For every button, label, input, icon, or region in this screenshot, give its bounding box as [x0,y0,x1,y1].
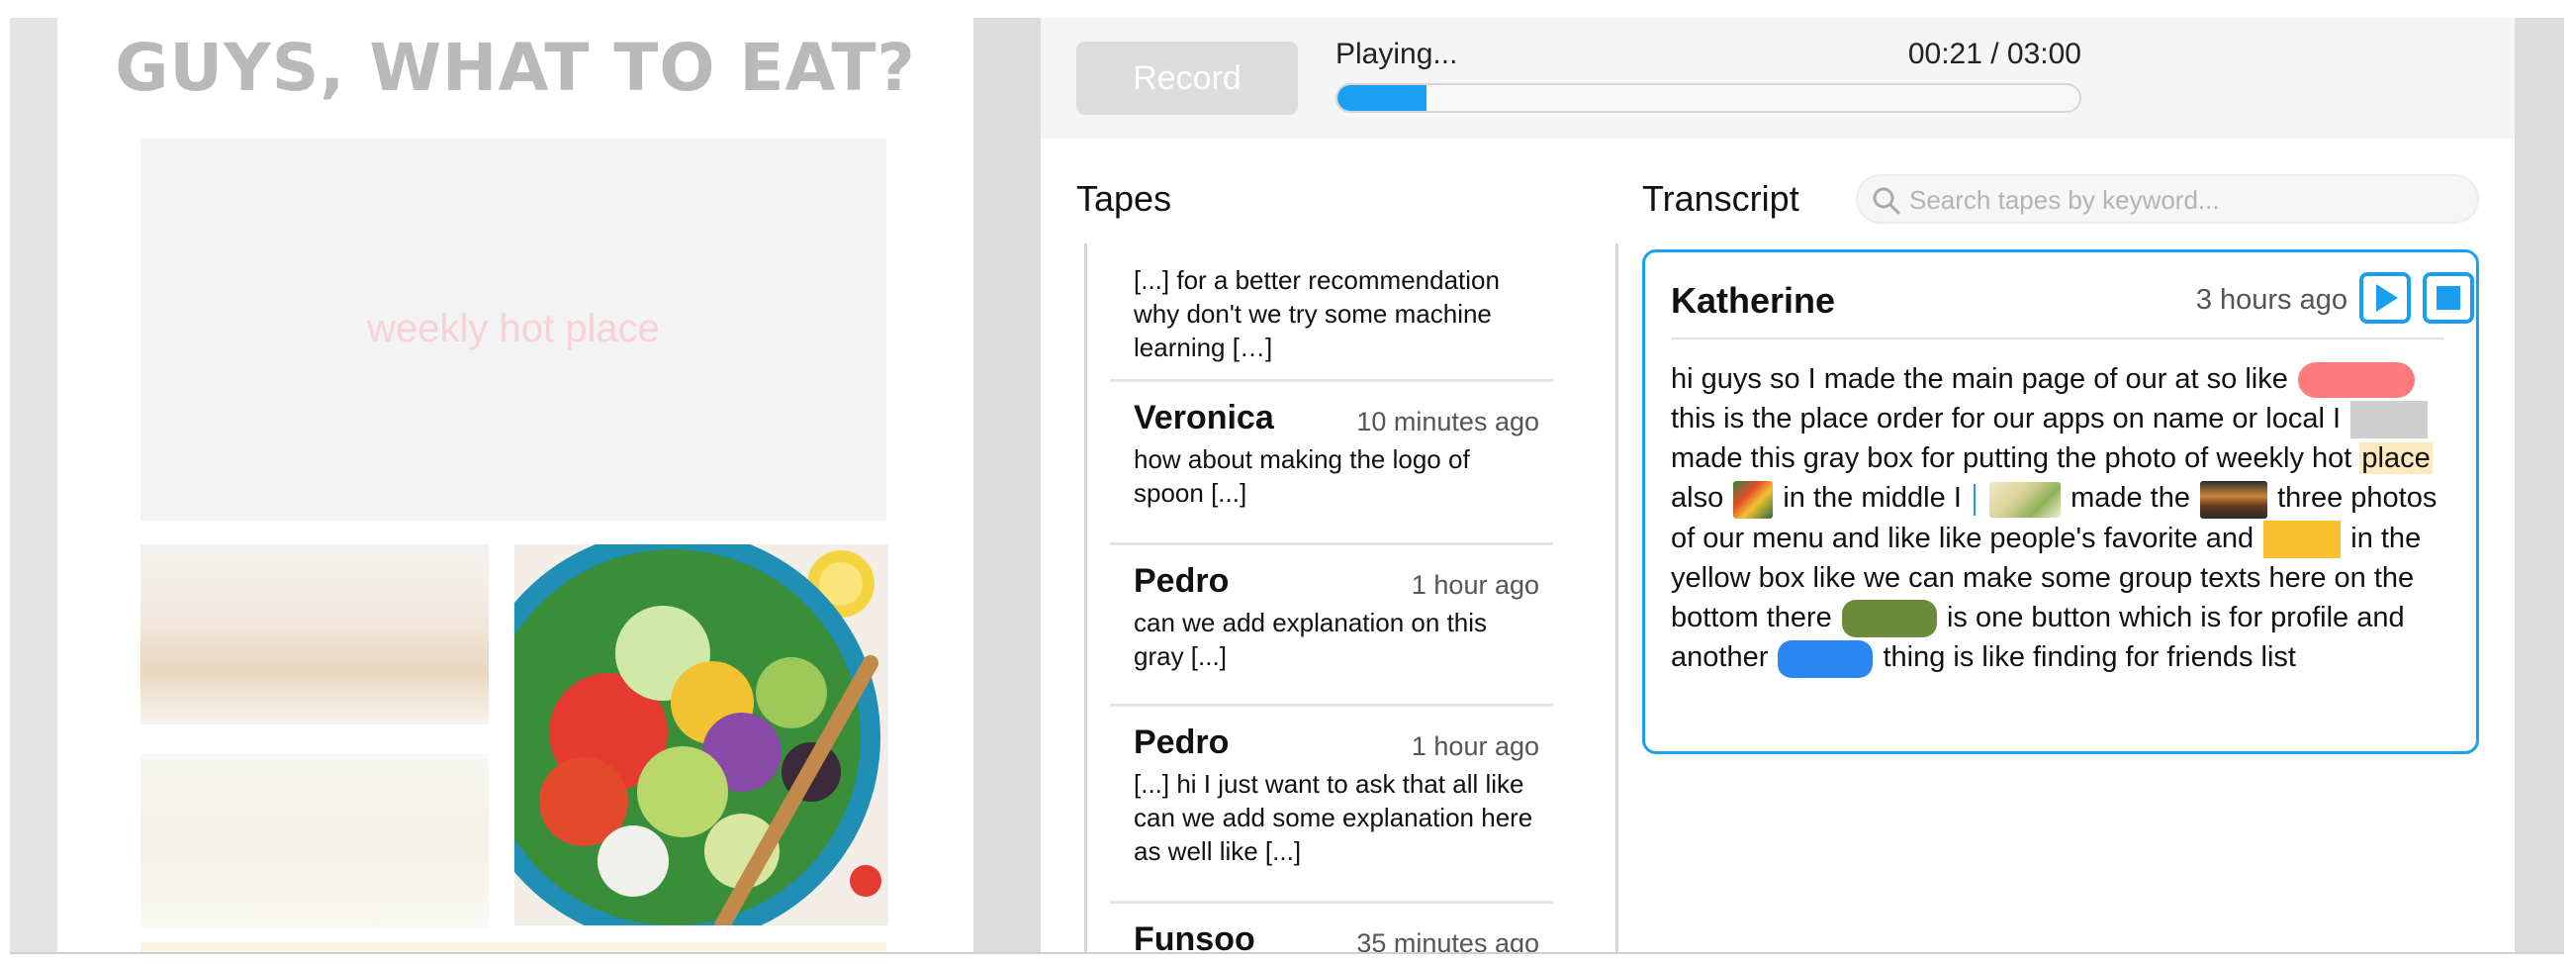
burger-photo-marker[interactable] [2200,480,2268,519]
transcript-segment: this is the place order for our apps on … [1671,403,2342,434]
transcript-card: Katherine 3 hours ago hi guys so I made … [1642,249,2479,754]
tape-time: 10 minutes ago [1356,407,1539,436]
hero-label: weekly hot place [367,307,660,350]
transcript-segment: made the [2070,482,2190,515]
pasta-photo[interactable] [140,754,489,927]
tape-item[interactable]: Pedro 1 hour ago [...] hi I just want to… [1110,710,1553,904]
transcript-segment: also [1671,482,1724,515]
playback-caret [1973,483,1976,516]
tape-author: Pedro [1134,562,1230,600]
app-frame: GUYS, WHAT TO EAT? weekly hot place Reco… [0,0,2576,964]
salad-image [514,544,888,925]
transcript-segment: made this gray box for putting the photo… [1671,442,2352,475]
mockup-preview: GUYS, WHAT TO EAT? weekly hot place [57,18,973,954]
red-shape-marker[interactable] [2297,362,2415,399]
highlighted-word: place [2359,442,2433,475]
tape-snippet: can we add explanation on this gray [...… [1134,608,1488,671]
tape-item[interactable]: Veronica 10 minutes ago how about making… [1110,385,1553,545]
gray-box-marker[interactable] [2350,401,2429,439]
tape-author: Pedro [1134,723,1230,761]
hero-placeholder-box[interactable]: weekly hot place [140,139,886,521]
transcript-segment: in the middle I [1783,482,1962,515]
tape-time: 1 hour ago [1411,731,1539,761]
tape-time: 1 hour ago [1411,570,1539,600]
transcript-time: 3 hours ago [2195,284,2347,316]
recorder-bar: Record Playing... 00:21 / 03:00 [1041,18,2515,139]
play-button[interactable] [2359,272,2411,324]
tape-snippet: [...] hi I just want to ask that all lik… [1134,769,1533,866]
pasta-photo-marker[interactable] [1989,481,2061,518]
salad-photo[interactable] [514,544,888,925]
left-divider [10,18,57,954]
transcript-segment: thing is like finding for friends list [1883,641,2296,674]
playback-time: 00:21 / 03:00 [1907,38,2081,70]
playback-progress-bar[interactable] [1335,83,2081,113]
search-input[interactable] [1909,182,2463,218]
tape-item[interactable]: Pedro 1 hour ago can we add explanation … [1110,548,1553,707]
search-box [1856,174,2479,224]
speaker-name: Katherine [1671,280,1836,321]
transcript-heading: Transcript [1642,178,1799,219]
stop-icon [2437,286,2460,310]
record-button[interactable]: Record [1076,42,1298,115]
window-gutter [0,0,10,964]
card-divider [1671,337,2444,339]
page-title: GUYS, WHAT TO EAT? [115,30,916,106]
middle-divider [973,18,1041,954]
tapes-list[interactable]: [...] for a better recommendation why do… [1084,243,1618,954]
feedback-panel: Record Playing... 00:21 / 03:00 Tapes [.… [1041,18,2515,954]
right-divider [2515,18,2564,954]
search-icon [1873,187,1900,215]
blue-button-marker[interactable] [1778,639,1874,678]
tape-item[interactable]: Funsoo 35 minutes ago [1110,907,1553,954]
green-button-marker[interactable] [1841,600,1937,638]
yellow-box-marker[interactable] [2263,521,2342,559]
transcript-segment: hi guys so I made the main page of our a… [1671,363,2288,395]
progress-fill [1337,85,1426,111]
tape-snippet: how about making the logo of spoon [...] [1134,444,1470,508]
stop-button[interactable] [2423,272,2474,324]
window-bottom-edge [10,952,2564,954]
playback-status: Playing... [1335,38,1458,70]
tape-author: Funsoo [1134,920,1255,954]
transcript-text: hi guys so I made the main page of our a… [1671,359,2462,678]
tape-author: Veronica [1134,399,1274,436]
play-icon [2376,284,2398,312]
burger-photo[interactable] [140,544,489,724]
tape-time: 35 minutes ago [1356,928,1539,954]
veggie-photo-marker[interactable] [1733,480,1774,519]
tape-snippet: [...] for a better recommendation why do… [1134,265,1500,362]
tape-item[interactable]: [...] for a better recommendation why do… [1110,243,1553,382]
tapes-heading: Tapes [1076,178,1172,219]
